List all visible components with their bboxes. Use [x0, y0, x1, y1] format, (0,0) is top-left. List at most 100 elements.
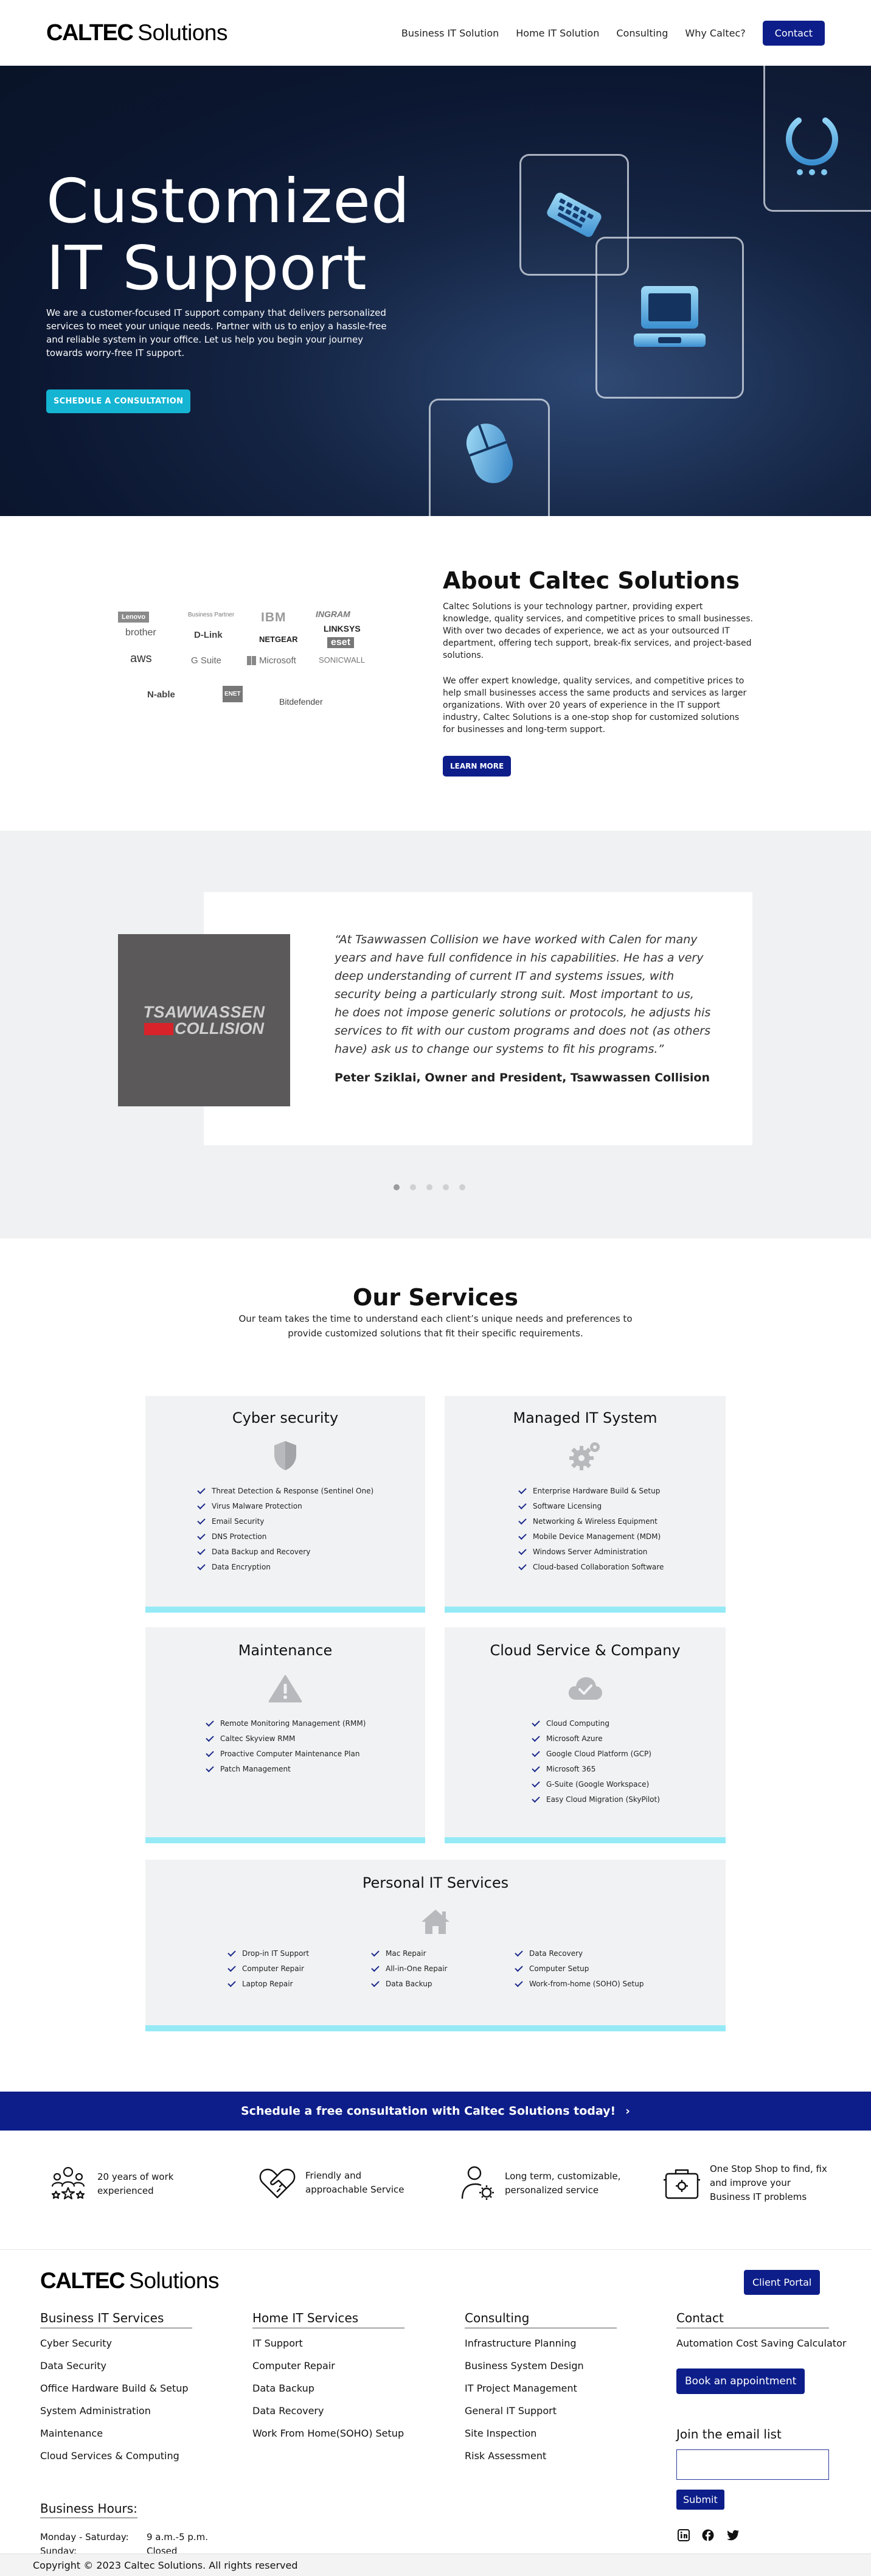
footer-link[interactable]: System Administration: [40, 2404, 192, 2427]
list-item: Windows Server Administration: [518, 1545, 664, 1560]
cost-calculator-link[interactable]: Automation Cost Saving Calculator: [676, 2337, 846, 2359]
footer-link[interactable]: Data Recovery: [252, 2404, 404, 2427]
item-label: Cloud-based Collaboration Software: [533, 1563, 664, 1571]
carousel-dot-4[interactable]: [443, 1184, 449, 1190]
carousel-dot-2[interactable]: [410, 1184, 416, 1190]
item-label: Data Encryption: [212, 1563, 271, 1571]
footer-col-title: Contact: [676, 2311, 829, 2328]
item-label: Proactive Computer Maintenance Plan: [220, 1750, 360, 1758]
check-icon: [515, 1963, 523, 1972]
item-label: Data Backup: [386, 1980, 432, 1988]
schedule-consultation-button[interactable]: SCHEDULE A CONSULTATION: [46, 389, 191, 413]
service-card-maintenance: Maintenance Remote Monitoring Management…: [145, 1627, 425, 1843]
check-icon: [206, 1718, 214, 1727]
facebook-icon[interactable]: [702, 2529, 714, 2541]
item-label: Software Licensing: [533, 1502, 602, 1510]
item-label: Threat Detection & Response (Sentinel On…: [212, 1487, 374, 1495]
contact-button[interactable]: Contact: [762, 20, 825, 46]
site-footer: CALTEC Solutions Client Portal Business …: [0, 2250, 871, 2574]
team-stars-icon: [51, 2166, 85, 2200]
client-portal-button[interactable]: Client Portal: [744, 2270, 821, 2295]
managed-list: Enterprise Hardware Build & Setup Softwa…: [518, 1484, 664, 1575]
footer-link[interactable]: Business System Design: [465, 2359, 617, 2382]
footer-logo[interactable]: CALTEC Solutions: [40, 2268, 220, 2294]
twitter-icon[interactable]: [726, 2529, 740, 2541]
footer-link[interactable]: Work From Home(SOHO) Setup: [252, 2427, 404, 2449]
shield-icon: [274, 1441, 296, 1470]
feature-line2: experienced: [97, 2185, 154, 2196]
carousel-dot-1[interactable]: [394, 1184, 400, 1190]
item-label: Data Recovery: [529, 1949, 583, 1958]
nav-consulting[interactable]: Consulting: [616, 27, 668, 39]
footer-link[interactable]: General IT Support: [465, 2404, 617, 2427]
nav-why-caltec[interactable]: Why Caltec?: [685, 27, 745, 39]
item-label: Email Security: [212, 1517, 265, 1526]
list-item: Microsoft Azure: [532, 1731, 660, 1747]
check-icon: [197, 1531, 206, 1540]
feature-line1: 20 years of work: [97, 2171, 174, 2182]
cta-strip-text: Schedule a free consultation with Caltec…: [241, 2104, 616, 2118]
schedule-consultation-strip[interactable]: Schedule a free consultation with Caltec…: [0, 2092, 871, 2131]
footer-link[interactable]: Data Security: [40, 2359, 192, 2382]
check-icon: [197, 1516, 206, 1525]
check-icon: [515, 1978, 523, 1988]
site-logo[interactable]: CALTEC Solutions: [46, 20, 227, 46]
linkedin-icon[interactable]: [678, 2529, 690, 2541]
partner-logo-nable: N-able: [147, 689, 175, 700]
book-appointment-button[interactable]: Book an appointment: [676, 2368, 805, 2394]
footer-link[interactable]: Infrastructure Planning: [465, 2337, 617, 2359]
footer-col-consulting: Consulting Infrastructure Planning Busin…: [465, 2311, 617, 2472]
partner-logo-linksys: LINKSYS: [324, 624, 361, 634]
service-card-personal-it: Personal IT Services Drop-in IT Support …: [145, 1860, 726, 2031]
hero-text: We are a customer-focused IT support com…: [46, 307, 387, 358]
feature-line2: personalized service: [505, 2185, 599, 2196]
feature-experience: 20 years of work experienced: [47, 2165, 173, 2204]
submit-button[interactable]: Submit: [676, 2490, 724, 2510]
check-icon: [206, 1733, 214, 1742]
footer-link[interactable]: Maintenance: [40, 2427, 192, 2449]
footer-link[interactable]: IT Support: [252, 2337, 404, 2359]
nav-home-it-solution[interactable]: Home IT Solution: [516, 27, 599, 39]
logo-line2: COLLISION: [175, 1019, 264, 1038]
personal-list-col3: Data Recovery Computer Setup Work-from-h…: [515, 1946, 644, 1992]
warning-icon: [268, 1675, 302, 1703]
feature-line1: Friendly and: [305, 2170, 362, 2181]
feature-line3: Business IT problems: [710, 2191, 807, 2202]
footer-link[interactable]: Cloud Services & Computing: [40, 2449, 192, 2472]
item-label: Data Backup and Recovery: [212, 1548, 311, 1556]
item-label: Caltec Skyview RMM: [220, 1734, 296, 1743]
tsawwassen-collision-logo: TSAWWASSEN COLLISION: [118, 934, 290, 1106]
partner-logo-bitdefender: Bitdefender: [279, 697, 323, 707]
footer-link[interactable]: Cyber Security: [40, 2337, 192, 2359]
card-title: Personal IT Services: [362, 1874, 509, 1891]
nav-business-it-solution[interactable]: Business IT Solution: [401, 27, 499, 39]
logo-word: Solutions: [137, 19, 227, 45]
check-icon: [532, 1718, 540, 1727]
microsoft-squares-icon: [247, 656, 256, 665]
check-icon: [532, 1779, 540, 1788]
item-label: Microsoft Azure: [546, 1734, 603, 1743]
item-label: Computer Repair: [242, 1964, 304, 1973]
footer-link[interactable]: Risk Assessment: [465, 2449, 617, 2472]
footer-link[interactable]: Site Inspection: [465, 2427, 617, 2449]
personal-list-col2: Mac Repair All-in-One Repair Data Backup: [371, 1946, 447, 1992]
list-item: Virus Malware Protection: [197, 1499, 373, 1514]
card-title: Cyber security: [232, 1409, 339, 1426]
check-icon: [206, 1764, 214, 1773]
footer-link[interactable]: Office Hardware Build & Setup: [40, 2382, 192, 2404]
footer-link[interactable]: IT Project Management: [465, 2382, 617, 2404]
feature-long-term: Long term, customizable, personalized ser…: [461, 2165, 620, 2202]
about-title: About Caltec Solutions: [443, 567, 740, 594]
carousel-dot-3[interactable]: [426, 1184, 432, 1190]
site-header: CALTEC Solutions Business IT Solution Ho…: [0, 0, 871, 66]
item-label: Mac Repair: [386, 1949, 426, 1958]
email-input[interactable]: [676, 2449, 829, 2480]
carousel-dot-5[interactable]: [459, 1184, 465, 1190]
service-card-cloud: Cloud Service & Company Cloud Computing …: [445, 1627, 726, 1843]
footer-link[interactable]: Data Backup: [252, 2382, 404, 2404]
footer-col-title: Business IT Services: [40, 2311, 192, 2328]
footer-link[interactable]: Computer Repair: [252, 2359, 404, 2382]
learn-more-button[interactable]: LEARN MORE: [443, 756, 512, 777]
testimonial-section: TSAWWASSEN COLLISION “At Tsawwassen Coll…: [0, 831, 871, 1238]
services-title: Our Services: [353, 1284, 518, 1311]
